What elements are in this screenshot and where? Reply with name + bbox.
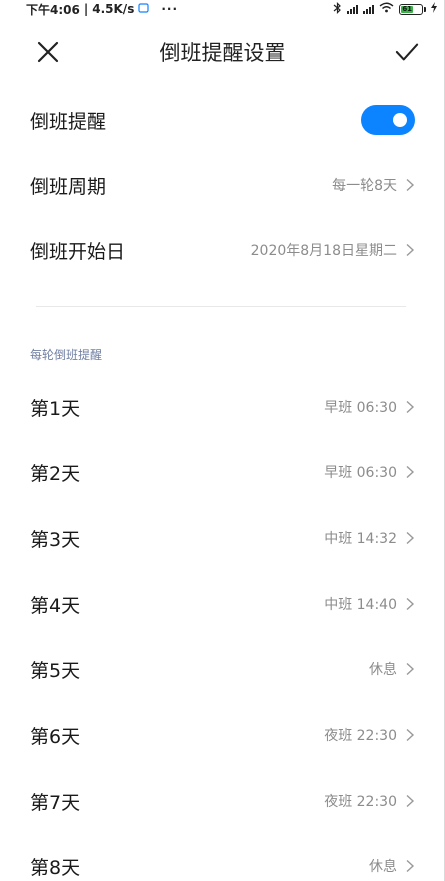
- status-time: 下午4:06: [26, 2, 80, 17]
- day-row-5[interactable]: 第5天 休息: [0, 644, 445, 694]
- day-label: 第2天: [30, 462, 81, 485]
- day-label: 第8天: [30, 856, 81, 879]
- day-shift-value: 夜班 22:30: [324, 728, 397, 744]
- day-label: 第4天: [30, 594, 81, 617]
- day-row-1[interactable]: 第1天 早班 06:30: [0, 382, 445, 432]
- chevron-right-icon: [406, 531, 415, 545]
- status-left: 下午4:06 | 4.5K/s ···: [26, 1, 178, 18]
- more-notifications-icon: ···: [161, 2, 179, 16]
- day-shift-value: 中班 14:40: [324, 597, 397, 613]
- wifi-icon: [379, 2, 394, 16]
- chevron-right-icon: [406, 728, 415, 742]
- chevron-right-icon: [406, 178, 415, 192]
- day-row-2[interactable]: 第2天 早班 06:30: [0, 447, 445, 497]
- reminder-toggle[interactable]: [361, 105, 415, 135]
- start-date-row[interactable]: 倒班开始日 2020年8月18日星期二: [0, 225, 445, 275]
- chevron-right-icon: [406, 662, 415, 676]
- charging-icon: [431, 2, 437, 16]
- cycle-row[interactable]: 倒班周期 每一轮8天: [0, 160, 445, 210]
- status-right: 61: [333, 1, 437, 17]
- start-date-value: 2020年8月18日星期二: [250, 243, 397, 259]
- chevron-right-icon: [406, 597, 415, 611]
- close-button[interactable]: [36, 40, 60, 64]
- day-label: 第5天: [30, 659, 81, 682]
- day-shift-value: 夜班 22:30: [324, 794, 397, 810]
- day-row-7[interactable]: 第7天 夜班 22:30: [0, 776, 445, 826]
- toggle-knob: [393, 113, 407, 127]
- battery-level: 61: [401, 5, 414, 13]
- confirm-button[interactable]: [395, 40, 419, 64]
- status-bar: 下午4:06 | 4.5K/s ··· 61: [0, 0, 445, 18]
- signal-2-icon: [363, 4, 374, 14]
- battery-icon: 61: [399, 3, 426, 15]
- day-shift-value: 休息: [369, 859, 397, 875]
- check-icon: [395, 43, 419, 61]
- notification-icon: [138, 2, 149, 16]
- reminder-toggle-row[interactable]: 倒班提醒: [0, 95, 445, 145]
- cycle-value: 每一轮8天: [332, 178, 397, 194]
- chevron-right-icon: [406, 400, 415, 414]
- day-row-4[interactable]: 第4天 中班 14:40: [0, 579, 445, 629]
- chevron-right-icon: [406, 859, 415, 873]
- day-row-3[interactable]: 第3天 中班 14:32: [0, 513, 445, 563]
- day-shift-value: 早班 06:30: [324, 465, 397, 481]
- chevron-right-icon: [406, 465, 415, 479]
- chevron-right-icon: [406, 243, 415, 257]
- day-row-6[interactable]: 第6天 夜班 22:30: [0, 710, 445, 760]
- cycle-label: 倒班周期: [30, 175, 107, 198]
- status-network-speed: 4.5K/s: [92, 2, 135, 16]
- day-shift-value: 中班 14:32: [324, 531, 397, 547]
- chevron-right-icon: [406, 794, 415, 808]
- status-separator: |: [83, 2, 89, 16]
- reminder-label: 倒班提醒: [30, 110, 107, 133]
- signal-1-icon: [347, 4, 358, 14]
- day-shift-value: 早班 06:30: [324, 400, 397, 416]
- bluetooth-icon: [333, 1, 342, 17]
- section-header: 每轮倒班提醒: [30, 348, 103, 362]
- start-date-label: 倒班开始日: [30, 240, 126, 263]
- day-label: 第1天: [30, 397, 81, 420]
- title-bar: 倒班提醒设置: [0, 18, 445, 86]
- day-label: 第7天: [30, 791, 81, 814]
- day-shift-value: 休息: [369, 662, 397, 678]
- section-divider: [36, 306, 406, 307]
- day-label: 第3天: [30, 528, 81, 551]
- page-title: 倒班提醒设置: [159, 41, 286, 65]
- day-label: 第6天: [30, 725, 81, 748]
- close-icon: [37, 41, 59, 63]
- day-row-8[interactable]: 第8天 休息: [0, 841, 445, 881]
